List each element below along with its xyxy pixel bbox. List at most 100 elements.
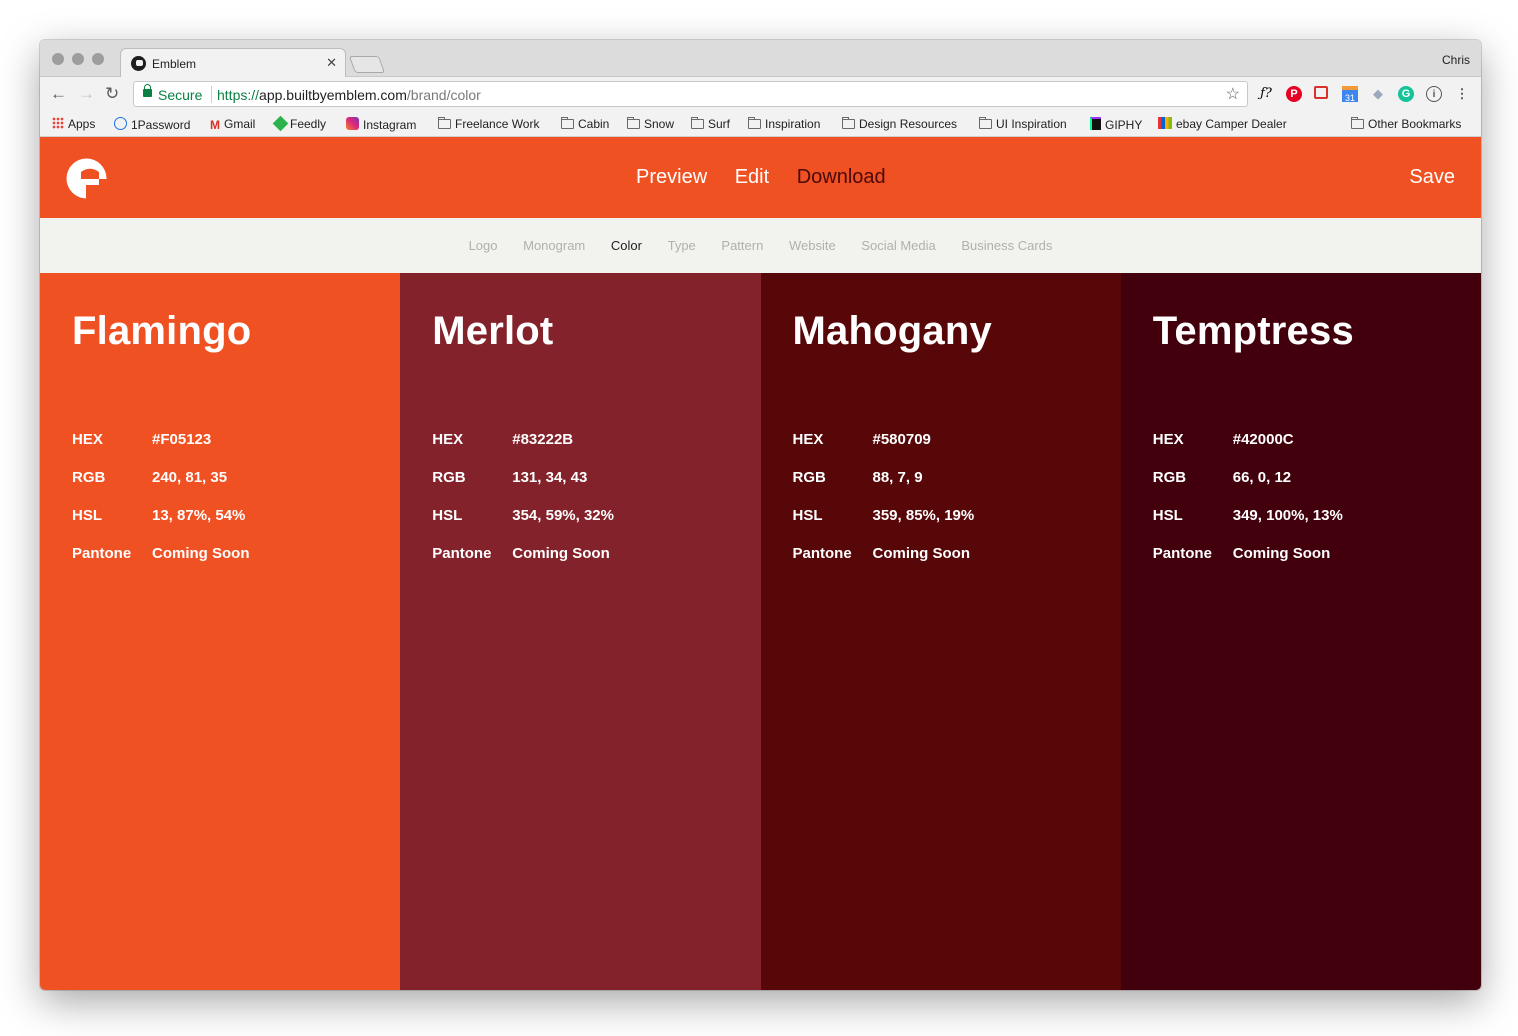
tab-social-media[interactable]: Social Media — [861, 238, 935, 253]
font-extension-icon[interactable]: ƒ? — [1258, 86, 1274, 102]
tab-color[interactable]: Color — [611, 238, 642, 253]
folder-icon — [561, 117, 574, 129]
instagram-icon — [346, 117, 359, 130]
ebay-icon — [1158, 117, 1172, 129]
color-name: Flamingo — [72, 309, 252, 353]
rgb-row: RGB 131, 34, 43 — [432, 469, 588, 486]
bookmark-inspiration[interactable]: Inspiration — [748, 117, 820, 131]
bookmarks-bar: Apps 1Password M Gmail Feedly Instagram F… — [40, 111, 1481, 137]
app-header: Preview Edit Download Save — [40, 137, 1481, 218]
color-panels: Flamingo HEX #F05123 RGB 240, 81, 35 HSL 13… — [40, 273, 1481, 990]
pantone-value: Coming Soon — [1232, 545, 1331, 562]
tab-emblem[interactable]: Emblem ✕ — [120, 48, 346, 78]
bookmark-freelance-work[interactable]: Freelance Work — [438, 117, 539, 131]
bookmark-snow[interactable]: Snow — [627, 117, 674, 131]
lock-icon — [143, 84, 152, 97]
onepassword-icon — [114, 117, 127, 130]
hex-row: HEX #42000C — [1152, 431, 1294, 448]
color-panel-merlot: Merlot HEX #83222B RGB 131, 34, 43 HSL 354,… — [400, 273, 761, 990]
hsl-row: HSL 349, 100%, 13% — [1152, 507, 1343, 524]
pantone-value: Coming Soon — [872, 545, 971, 562]
rgb-value: 88, 7, 9 — [872, 469, 923, 486]
url-text[interactable]: https://app.builtbyemblem.com/brand/colo… — [217, 87, 481, 103]
color-name: Merlot — [432, 309, 554, 353]
bookmark-instagram[interactable]: Instagram — [346, 117, 416, 132]
hsl-value: 359, 85%, 19% — [872, 507, 975, 524]
save-button[interactable]: Save — [1409, 166, 1455, 189]
bookmark-ui-inspiration[interactable]: UI Inspiration — [979, 117, 1067, 131]
hex-value: #42000C — [1232, 431, 1294, 448]
hsl-value: 13, 87%, 54% — [152, 507, 246, 524]
tab-close-icon[interactable]: ✕ — [326, 55, 337, 71]
zoom-window-button[interactable] — [92, 53, 104, 65]
browser-window: Emblem ✕ Chris ← → ↻ Secure https://app.… — [40, 40, 1481, 990]
onepassword-extension-icon[interactable]: i — [1426, 86, 1442, 102]
url-host: app.builtbyemblem.com — [259, 87, 407, 103]
hex-row: HEX #F05123 — [72, 431, 212, 448]
folder-icon — [842, 117, 855, 129]
secure-label: Secure — [158, 87, 203, 103]
nav-preview[interactable]: Preview — [636, 166, 707, 188]
feedly-icon — [272, 115, 289, 132]
tab-pattern[interactable]: Pattern — [721, 238, 763, 253]
bookmark-feedly[interactable]: Feedly — [272, 115, 326, 132]
emblem-logo-icon[interactable] — [66, 158, 107, 199]
apps-grid-icon — [52, 117, 64, 129]
back-arrow-icon[interactable]: ← — [50, 85, 67, 102]
bookmark-gmail[interactable]: M Gmail — [210, 117, 255, 132]
bookmark-design-resources[interactable]: Design Resources — [842, 117, 957, 131]
new-tab-button[interactable] — [348, 56, 386, 73]
folder-icon — [979, 117, 992, 129]
tab-title: Emblem — [152, 57, 197, 71]
hsl-value: 354, 59%, 32% — [512, 507, 614, 524]
color-panel-flamingo: Flamingo HEX #F05123 RGB 240, 81, 35 HSL 13… — [40, 273, 401, 990]
pinterest-icon[interactable]: P — [1286, 86, 1302, 102]
profile-name[interactable]: Chris — [1442, 53, 1470, 67]
close-window-button[interactable] — [52, 53, 64, 65]
nav-download[interactable]: Download — [797, 166, 886, 188]
section-tabs: Logo Monogram Color Type Pattern Website… — [40, 218, 1481, 273]
hsl-row: HSL 354, 59%, 32% — [432, 507, 614, 524]
folder-icon — [1351, 117, 1364, 129]
tab-type[interactable]: Type — [668, 238, 696, 253]
bookmark-cabin[interactable]: Cabin — [561, 117, 609, 131]
bookmark-star-icon[interactable]: ☆ — [1226, 84, 1240, 104]
url-scheme: https:// — [217, 87, 260, 103]
rgb-value: 131, 34, 43 — [512, 469, 588, 486]
dropbox-icon[interactable]: ◆ — [1370, 86, 1386, 102]
bookmark-surf[interactable]: Surf — [691, 117, 730, 131]
bookmark-giphy[interactable]: GIPHY — [1090, 117, 1142, 132]
bookmark-apps[interactable]: Apps — [52, 117, 95, 131]
bookmark-other-bookmarks[interactable]: Other Bookmarks — [1351, 117, 1461, 131]
browser-toolbar: ← → ↻ Secure https://app.builtbyemblem.c… — [40, 77, 1481, 111]
hex-row: HEX #580709 — [792, 431, 931, 448]
bookmark-1password[interactable]: 1Password — [114, 117, 190, 132]
main-nav: Preview Edit Download — [636, 166, 908, 189]
tab-monogram[interactable]: Monogram — [523, 238, 585, 253]
reload-icon[interactable]: ↻ — [105, 85, 119, 102]
pantone-value: Coming Soon — [152, 545, 250, 562]
rgb-row: RGB 88, 7, 9 — [792, 469, 923, 486]
giphy-icon — [1090, 117, 1101, 130]
folder-icon — [627, 117, 640, 129]
menu-kebab-icon[interactable]: ⋮ — [1454, 86, 1470, 102]
hex-value: #580709 — [872, 431, 931, 448]
color-panel-mahogany: Mahogany HEX #580709 RGB 88, 7, 9 HSL 359, … — [760, 273, 1121, 990]
hsl-row: HSL 13, 87%, 54% — [72, 507, 246, 524]
tab-business-cards[interactable]: Business Cards — [961, 238, 1052, 253]
hex-row: HEX #83222B — [432, 431, 574, 448]
hsl-row: HSL 359, 85%, 19% — [792, 507, 975, 524]
grammarly-icon[interactable]: G — [1398, 86, 1414, 102]
address-bar[interactable]: Secure https://app.builtbyemblem.com/bra… — [133, 81, 1248, 107]
minimize-window-button[interactable] — [72, 53, 84, 65]
bookmark-ebay-camper-dealer[interactable]: ebay Camper Dealer — [1158, 117, 1287, 131]
folder-icon — [691, 117, 704, 129]
tab-logo[interactable]: Logo — [469, 238, 498, 253]
calendar-icon[interactable]: 31 — [1342, 86, 1358, 103]
tab-website[interactable]: Website — [789, 238, 836, 253]
forward-arrow-icon[interactable]: → — [78, 85, 95, 102]
rgb-row: RGB 240, 81, 35 — [72, 469, 228, 486]
tab-bar: Emblem ✕ Chris — [40, 40, 1481, 78]
nav-edit[interactable]: Edit — [735, 166, 769, 188]
pocket-icon[interactable] — [1314, 86, 1328, 99]
